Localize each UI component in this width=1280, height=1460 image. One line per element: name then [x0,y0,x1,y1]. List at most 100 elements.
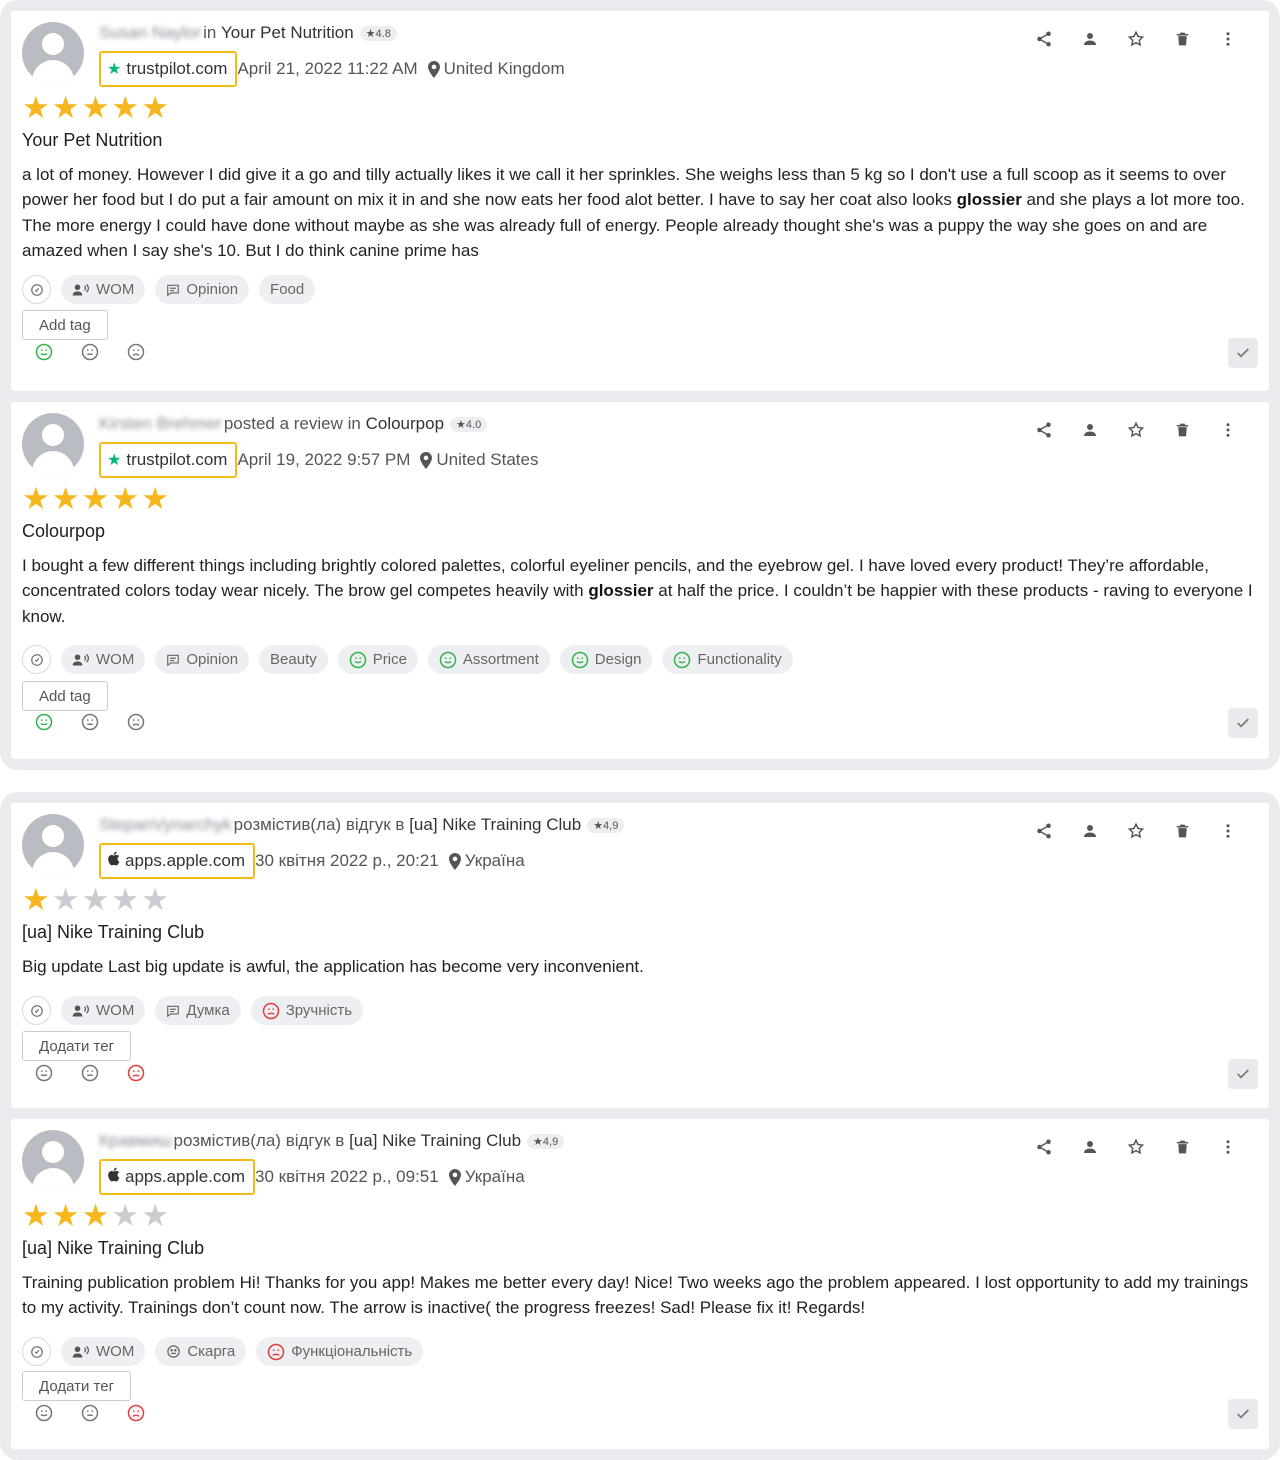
brand-name[interactable]: [ua] Nike Training Club [349,1131,521,1151]
assign-user-icon[interactable] [1067,418,1113,442]
positive-sentiment-icon[interactable] [33,711,55,733]
review-actions [1021,819,1251,843]
mark-processed-button[interactable] [1228,708,1258,738]
auto-tag-icon[interactable] [22,1337,51,1366]
negative-sentiment-icon[interactable] [125,1062,147,1084]
tag-chip[interactable]: Opinion [155,645,250,674]
favorite-icon[interactable] [1113,819,1159,843]
review-title: Your Pet Nutrition [22,130,163,150]
add-tag-button[interactable]: Add tag [22,681,108,711]
brand-name[interactable]: [ua] Nike Training Club [409,815,581,835]
tag-chip[interactable]: Зручність [250,996,364,1025]
author-name[interactable]: Kirsten Brehmer [99,414,222,434]
rating-star: ★ [141,882,169,917]
neutral-sentiment-icon[interactable] [79,341,101,363]
source-link[interactable]: ★ trustpilot.com [99,51,238,87]
more-icon[interactable] [1205,819,1251,843]
more-icon[interactable] [1205,418,1251,442]
apple-icon [107,1167,120,1187]
tag-chip[interactable]: Price [337,645,418,674]
tag-chip[interactable]: WOM [61,275,146,304]
delete-icon[interactable] [1159,418,1205,442]
tag-chip[interactable]: WOM [61,996,146,1025]
review-header: Kirsten Brehmer posted a review in Colour… [99,414,488,434]
tag-label: Functionality [697,651,782,668]
review-location: Україна [464,1167,525,1186]
add-tag-button[interactable]: Додати тег [22,1031,132,1061]
author-name[interactable]: StepanVynarchyk [99,815,232,835]
mark-processed-button[interactable] [1228,1399,1258,1429]
auto-tag-icon[interactable] [22,645,51,674]
positive-sentiment-icon[interactable] [33,1402,55,1424]
favorite-icon[interactable] [1113,1135,1159,1159]
tag-chip[interactable]: WOM [61,645,146,674]
more-icon[interactable] [1205,1135,1251,1159]
assign-user-icon[interactable] [1067,1135,1113,1159]
negative-sentiment-icon[interactable] [125,711,147,733]
neutral-sentiment-icon[interactable] [79,1402,101,1424]
source-link[interactable]: ★ trustpilot.com [99,442,238,478]
keyword-highlight: glossier [956,190,1022,210]
delete-icon[interactable] [1159,819,1205,843]
assign-user-icon[interactable] [1067,27,1113,51]
neutral-sentiment-icon[interactable] [79,1062,101,1084]
rating-star: ★ [141,1198,169,1233]
share-icon[interactable] [1021,418,1067,442]
mark-processed-button[interactable] [1228,1059,1258,1089]
tag-chip[interactable]: Думка [155,996,241,1025]
brand-rating-badge: ★4.0 [450,416,488,432]
mark-processed-button[interactable] [1228,338,1258,368]
tag-chip[interactable]: Functionality [662,645,793,674]
positive-sentiment-icon[interactable] [33,1062,55,1084]
neutral-sentiment-icon[interactable] [79,711,101,733]
review-header: Кравмиш розмістив(ла) відгук в [ua] Nike … [99,1131,565,1151]
rating-star: ★ [81,481,110,516]
auto-tag-icon[interactable] [22,996,51,1025]
delete-icon[interactable] [1159,27,1205,51]
tag-label: Design [594,651,642,668]
keyword-highlight: glossier [588,581,654,601]
review-text: a lot of money. However I did give it a … [22,162,1258,263]
review-meta: ★ trustpilot.com April 21, 2022 11:22 AM Un… [99,51,565,87]
comment-icon [166,1004,180,1018]
negative-sentiment-icon[interactable] [125,341,147,363]
brand-rating-badge: ★4,9 [527,1133,565,1149]
tag-chip[interactable]: Assortment [427,645,550,674]
tag-chip[interactable]: Скарга [155,1337,247,1366]
assign-user-icon[interactable] [1067,819,1113,843]
review-title: Colourpop [22,521,106,541]
share-icon[interactable] [1021,27,1067,51]
favorite-icon[interactable] [1113,27,1159,51]
positive-sentiment-icon[interactable] [33,341,55,363]
source-link[interactable]: apps.apple.com [99,1159,256,1195]
more-icon[interactable] [1205,27,1251,51]
auto-tag-icon[interactable] [22,275,51,304]
avatar [22,814,84,876]
tag-chip[interactable]: WOM [61,1337,146,1366]
tag-chip[interactable]: Функціональність [256,1337,424,1366]
tag-chip[interactable]: Food [259,275,316,304]
tag-chip[interactable]: Beauty [259,645,328,674]
tag-chip[interactable]: Opinion [155,275,250,304]
add-tag-button[interactable]: Додати тег [22,1371,132,1401]
brand-name[interactable]: Your Pet Nutrition [221,23,354,43]
delete-icon[interactable] [1159,1135,1205,1159]
author-name[interactable]: Susan Naylor [99,23,201,43]
review-title: [ua] Nike Training Club [22,1238,205,1258]
tag-chip[interactable]: Design [559,645,653,674]
author-name[interactable]: Кравмиш [99,1131,171,1151]
source-name: apps.apple.com [125,851,246,870]
share-icon[interactable] [1021,819,1067,843]
favorite-icon[interactable] [1113,418,1159,442]
sentiment-selector [33,711,147,733]
review-rating: ★ ★ ★ ★ ★ [22,92,169,123]
avatar [22,22,84,84]
add-tag-button[interactable]: Add tag [22,310,108,340]
source-link[interactable]: apps.apple.com [99,843,256,879]
share-icon[interactable] [1021,1135,1067,1159]
wom-icon [72,1345,90,1359]
negative-sentiment-icon[interactable] [125,1402,147,1424]
brand-name[interactable]: Colourpop [366,414,444,434]
rating-star: ★ [51,1198,80,1233]
review-meta: apps.apple.com 30 квітня 2022 р., 09:51 Ук… [99,1159,525,1195]
